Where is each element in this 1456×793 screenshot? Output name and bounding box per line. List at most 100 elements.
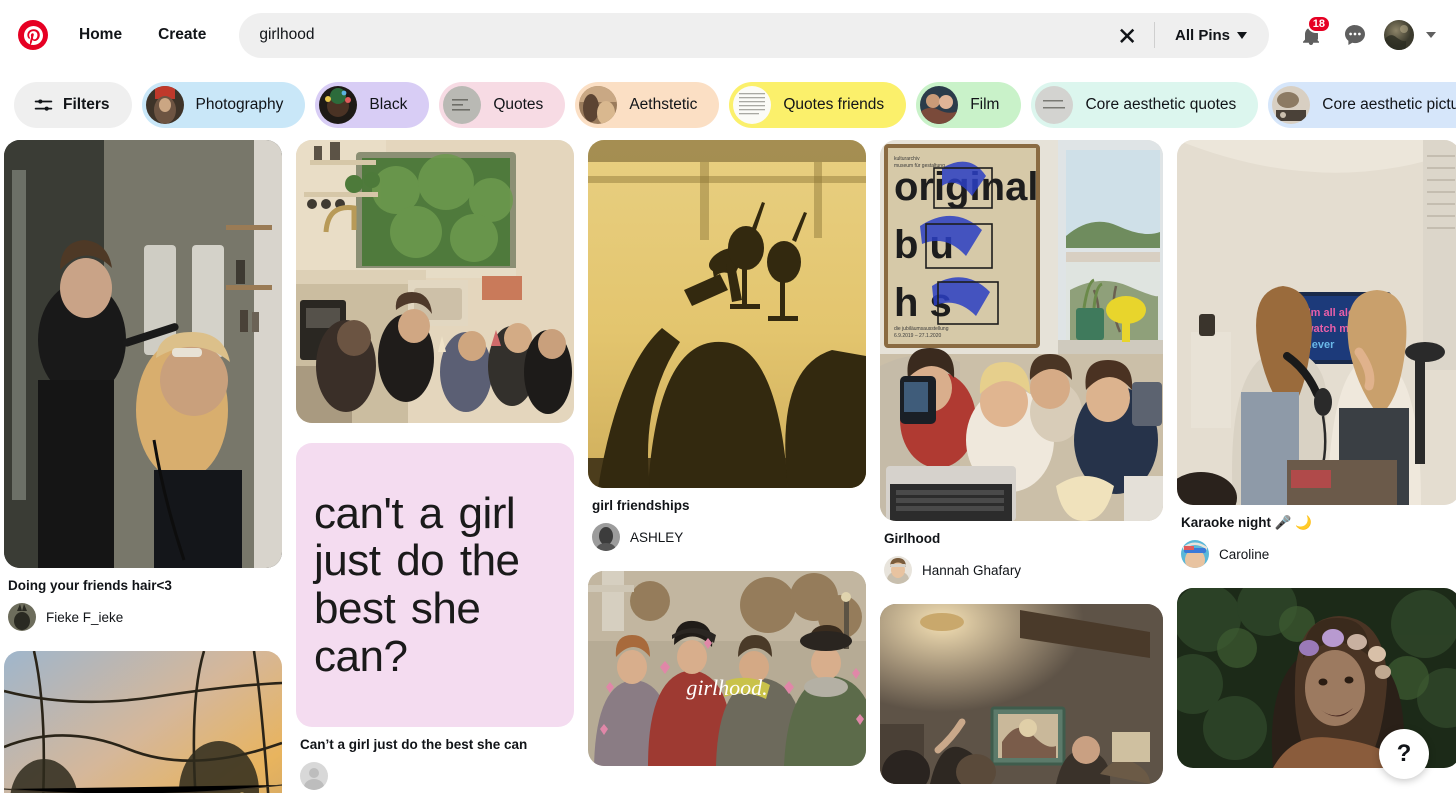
sunset-branches-photo[interactable] xyxy=(4,651,282,793)
clear-search-button[interactable] xyxy=(1108,15,1148,55)
pin-author-name: Fieke F_ieke xyxy=(46,609,124,625)
core-pictures-thumb-icon xyxy=(1272,86,1311,124)
chip-label-aethstetic: Aethstetic xyxy=(629,96,698,113)
quote-line-4: can? xyxy=(314,631,408,681)
svg-text:i'm all alo: i'm all alo xyxy=(1305,307,1355,319)
pin-card[interactable]: can't a girl just do the best she can? C… xyxy=(296,443,574,791)
bauhaus-bedroom-photo[interactable]: original b u h s kulturarchivmu xyxy=(880,140,1163,521)
pin-avatar xyxy=(8,603,36,632)
pin-title: girl friendships xyxy=(592,498,690,513)
chip-core-aesthetic-pictures[interactable]: Core aesthetic pictures xyxy=(1268,82,1456,128)
dim-room-party-photo[interactable] xyxy=(880,604,1163,785)
core-quotes-thumb-icon xyxy=(1035,86,1074,124)
all-pins-dropdown[interactable]: All Pins xyxy=(1161,19,1263,52)
messages-button[interactable] xyxy=(1333,13,1377,57)
pin-title: Can’t a girl just do the best she can xyxy=(300,737,528,752)
pin-card[interactable]: girl friendships ASHLEY xyxy=(588,140,866,552)
quotes-friends-thumb-icon xyxy=(733,86,772,124)
pin-card[interactable] xyxy=(880,604,1163,785)
pin-author-name: Hannah Ghafary xyxy=(922,562,1022,578)
svg-text:6.9.2019 – 27.1.2020: 6.9.2019 – 27.1.2020 xyxy=(894,333,941,339)
pin-card[interactable]: girlhood. xyxy=(588,571,866,767)
chat-bubble-icon xyxy=(1345,25,1365,45)
chip-black[interactable]: Black xyxy=(315,82,430,128)
karaoke-photo[interactable]: i'm all alo watch me never xyxy=(1177,140,1456,505)
chip-label-core-aesthetic-pictures: Core aesthetic pictures xyxy=(1322,96,1456,113)
little-women-girlhood-still[interactable]: girlhood. xyxy=(588,571,866,767)
avatar-image xyxy=(1384,20,1414,50)
filters-chip[interactable]: Filters xyxy=(14,82,132,128)
chip-film[interactable]: Film xyxy=(916,82,1022,128)
photo-thumb-icon xyxy=(145,86,184,124)
quote-line-3: best she xyxy=(314,584,481,633)
pin-avatar xyxy=(300,762,328,791)
pin-avatar xyxy=(884,556,912,585)
search-divider xyxy=(1153,22,1155,48)
pin-title: Girlhood xyxy=(884,531,941,546)
pin-avatar xyxy=(592,523,620,552)
all-pins-label: All Pins xyxy=(1174,26,1230,44)
pin-card[interactable] xyxy=(296,140,574,423)
chevron-down-icon xyxy=(1237,31,1247,39)
film-thumb-icon xyxy=(920,86,959,124)
quote-line-2: just do the xyxy=(314,536,520,586)
quote-line-1: can't a girl xyxy=(314,488,516,538)
pin-author[interactable] xyxy=(300,762,574,791)
chip-aethstetic[interactable]: Aethstetic xyxy=(575,82,720,128)
chip-photography[interactable]: Photography xyxy=(141,82,306,128)
pin-column-4: original b u h s kulturarchivmu xyxy=(880,140,1163,793)
pin-author[interactable]: ASHLEY xyxy=(592,523,866,552)
pinterest-p-icon xyxy=(23,25,43,45)
chip-label-core-aesthetic-quotes: Core aesthetic quotes xyxy=(1085,96,1237,113)
top-header: Home Create All Pins 18 xyxy=(0,0,1456,70)
chip-label-photography: Photography xyxy=(195,96,284,113)
pin-card[interactable]: Doing your friends hair<3 Fieke F_ieke xyxy=(4,140,282,632)
aethstetic-thumb-icon xyxy=(579,86,618,124)
chip-label-quotes-friends: Quotes friends xyxy=(783,96,885,113)
bathroom-hair-photo[interactable] xyxy=(4,140,282,568)
kitchen-friends-photo[interactable] xyxy=(296,140,574,423)
pin-card[interactable]: i'm all alo watch me never Karaoke night… xyxy=(1177,140,1456,569)
pin-column-3: girl friendships ASHLEY girlhood. xyxy=(588,140,866,786)
svg-text:museum für gestaltung: museum für gestaltung xyxy=(894,163,945,169)
account-chevron-down-icon[interactable] xyxy=(1426,32,1436,38)
black-thumb-icon xyxy=(319,86,358,124)
pin-author[interactable]: Hannah Ghafary xyxy=(884,556,1163,585)
pin-author-name: ASHLEY xyxy=(630,529,684,545)
chip-label-film: Film xyxy=(970,96,1000,113)
chip-core-aesthetic-quotes[interactable]: Core aesthetic quotes xyxy=(1031,82,1259,128)
quote-card[interactable]: can't a girl just do the best she can? xyxy=(296,443,574,727)
svg-text:die jubiläumsausstellung: die jubiläumsausstellung xyxy=(894,326,949,332)
pin-title: Doing your friends hair<3 xyxy=(8,578,172,593)
pin-title: Karaoke night 🎤 🌙 xyxy=(1181,515,1313,530)
svg-text:kulturarchiv: kulturarchiv xyxy=(894,156,920,162)
girlhood-overlay-text: girlhood. xyxy=(686,675,767,700)
pin-column-2: can't a girl just do the best she can? C… xyxy=(296,140,574,793)
chip-quotes-friends[interactable]: Quotes friends xyxy=(729,82,907,128)
filter-chip-row[interactable]: Filters Photography Black Quotes Aethste… xyxy=(0,70,1456,140)
chip-quotes[interactable]: Quotes xyxy=(439,82,566,128)
golden-toast-silhouette-photo[interactable] xyxy=(588,140,866,488)
chip-label-filters: Filters xyxy=(63,96,110,113)
sliders-icon xyxy=(34,96,53,115)
search-input[interactable] xyxy=(259,12,1108,58)
close-icon xyxy=(1120,28,1135,43)
quote-text-block: can't a girl just do the best she can? xyxy=(296,443,574,727)
search-bar[interactable]: All Pins xyxy=(239,12,1269,58)
pin-card[interactable]: original b u h s kulturarchivmu xyxy=(880,140,1163,585)
pin-card[interactable] xyxy=(4,651,282,793)
notification-badge: 18 xyxy=(1306,15,1331,33)
quotes-thumb-icon xyxy=(443,86,482,124)
pin-author[interactable]: Caroline xyxy=(1181,540,1456,569)
notifications-button[interactable]: 18 xyxy=(1289,13,1333,57)
pin-column-5: i'm all alo watch me never Karaoke night… xyxy=(1177,140,1456,788)
help-button[interactable]: ? xyxy=(1379,729,1429,779)
avatar[interactable] xyxy=(1384,20,1414,50)
pin-grid: Doing your friends hair<3 Fieke F_ieke c… xyxy=(0,140,1456,793)
pin-author[interactable]: Fieke F_ieke xyxy=(8,603,282,632)
pin-column-1: Doing your friends hair<3 Fieke F_ieke xyxy=(4,140,282,793)
pinterest-logo[interactable] xyxy=(18,20,48,50)
chip-label-black: Black xyxy=(369,96,408,113)
nav-home[interactable]: Home xyxy=(64,17,137,53)
nav-create[interactable]: Create xyxy=(143,17,221,53)
